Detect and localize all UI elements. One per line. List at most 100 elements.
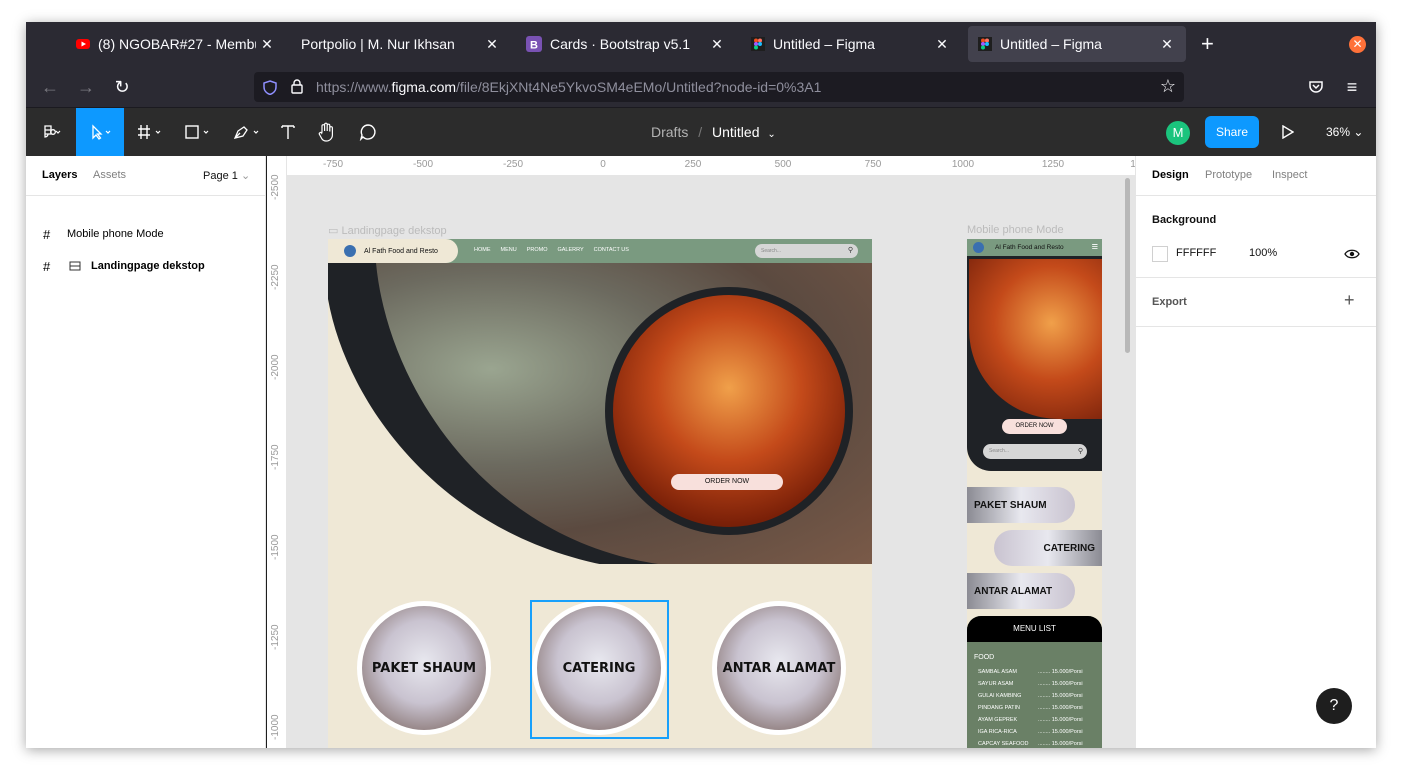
- tab-figma-1[interactable]: Untitled – Figma ✕: [741, 26, 961, 62]
- mobile-phone-frame[interactable]: Al Fath Food and Resto ≡ ORDER NOW Searc…: [967, 239, 1102, 748]
- service-label: ANTAR ALAMAT: [722, 660, 836, 676]
- tab-figma-2-active[interactable]: Untitled – Figma ✕: [968, 26, 1186, 62]
- layer-mobile-phone-mode[interactable]: # Mobile phone Mode: [26, 218, 266, 250]
- breadcrumb-separator: /: [698, 124, 703, 140]
- eye-icon[interactable]: [1344, 248, 1360, 260]
- breadcrumb-drafts[interactable]: Drafts: [651, 124, 688, 140]
- service-antar-alamat[interactable]: ANTAR ALAMAT: [712, 601, 846, 735]
- tab-ngobar[interactable]: (8) NGOBAR#27 - Membuat W ✕: [66, 26, 286, 62]
- menu-item: PINDANG PATIN ........ 15.000/Porsi: [978, 705, 1094, 711]
- figma-menu-icon[interactable]: [32, 108, 70, 156]
- shield-icon[interactable]: [263, 80, 277, 95]
- layer-landingpage-dekstop[interactable]: # Landingpage dekstop: [26, 250, 266, 282]
- zoom-level[interactable]: 36% ⌄: [1326, 125, 1363, 139]
- background-opacity-input[interactable]: 100%: [1249, 247, 1277, 259]
- nav-contact-us[interactable]: CONTACT US: [594, 247, 629, 253]
- comment-tool-icon[interactable]: [356, 108, 380, 156]
- pen-tool-icon[interactable]: [228, 108, 266, 156]
- mobile-service-paket-shaum[interactable]: PAKET SHAUM: [967, 487, 1075, 523]
- chevron-down-icon: ⌄: [240, 170, 251, 182]
- shape-tool-icon[interactable]: [180, 108, 218, 156]
- menu-item-name: IGA RICA-RICA: [978, 729, 1017, 735]
- tab-strip: (8) NGOBAR#27 - Membuat W ✕ Portpolio | …: [26, 22, 1376, 66]
- close-window-icon[interactable]: ✕: [1349, 36, 1366, 53]
- export-section: Export +: [1136, 278, 1376, 327]
- figma-icon: [751, 37, 765, 51]
- pocket-icon[interactable]: [1308, 79, 1324, 95]
- lock-icon[interactable]: [291, 79, 303, 94]
- present-play-icon[interactable]: [1282, 125, 1294, 139]
- tab-bootstrap[interactable]: B Cards · Bootstrap v5.1 ✕: [516, 26, 736, 62]
- bookmark-star-icon[interactable]: ☆: [1160, 76, 1176, 97]
- close-tab-icon[interactable]: ✕: [256, 36, 278, 53]
- background-hex-input[interactable]: FFFFFF: [1176, 247, 1216, 259]
- help-button[interactable]: ?: [1316, 688, 1352, 724]
- avatar[interactable]: M: [1166, 121, 1190, 145]
- canvas-scrollbar[interactable]: [1125, 178, 1130, 353]
- nav-promo[interactable]: PROMO: [527, 247, 548, 253]
- tab-title: Untitled – Figma: [1000, 36, 1102, 52]
- frame-label-mobile[interactable]: Mobile phone Mode: [967, 224, 1064, 236]
- ruler-tick: -250: [502, 159, 524, 170]
- tab-assets[interactable]: Assets: [93, 169, 126, 181]
- hero-food-circle: [605, 287, 853, 535]
- ruler-tick: 500: [774, 159, 792, 170]
- hamburger-icon[interactable]: ≡: [1092, 239, 1098, 256]
- ruler-tick: 250: [684, 159, 702, 170]
- menu-icon[interactable]: ≡: [1339, 74, 1365, 100]
- hand-tool-icon[interactable]: [314, 108, 340, 156]
- mobile-order-now-button[interactable]: ORDER NOW: [1002, 419, 1067, 434]
- menu-item: AYAM GEPREK ........ 15.000/Porsi: [978, 717, 1094, 723]
- tab-design[interactable]: Design: [1152, 169, 1189, 181]
- nav-home[interactable]: HOME: [474, 247, 491, 253]
- breadcrumb[interactable]: Drafts / Untitled ⌄: [651, 124, 776, 140]
- close-tab-icon[interactable]: ✕: [1156, 36, 1178, 53]
- menu-item-price: ........ 15.000/Porsi: [1038, 681, 1083, 687]
- ruler-tick: -500: [412, 159, 434, 170]
- page-selector[interactable]: Page 1 ⌄: [203, 169, 250, 182]
- color-swatch[interactable]: [1152, 246, 1168, 262]
- close-tab-icon[interactable]: ✕: [706, 36, 728, 53]
- mobile-service-catering[interactable]: CATERING: [994, 530, 1102, 566]
- selection-box[interactable]: [530, 600, 669, 739]
- design-canvas[interactable]: -750 -500 -250 0 250 500 750 1000 1250 1…: [267, 156, 1135, 748]
- menu-item-name: CAPCAY SEAFOOD: [978, 741, 1029, 747]
- tab-prototype[interactable]: Prototype: [1205, 169, 1252, 181]
- figma-toolbar: Drafts / Untitled ⌄ M Share 36% ⌄: [26, 108, 1376, 156]
- order-now-button[interactable]: ORDER NOW: [671, 474, 783, 490]
- ruler-tick: 1000: [951, 159, 975, 170]
- mobile-menu-list: MENU LIST FOOD SAMBAL ASAM ........ 15.00…: [967, 616, 1102, 748]
- chevron-down-icon[interactable]: ⌄: [767, 129, 775, 140]
- move-tool-icon[interactable]: [76, 108, 124, 156]
- tab-title: Portpolio | M. Nur Ikhsan: [301, 36, 455, 52]
- nav-menu[interactable]: MENU: [501, 247, 517, 253]
- back-icon[interactable]: ←: [37, 74, 63, 100]
- tab-layers[interactable]: Layers: [42, 169, 77, 181]
- mobile-search-input[interactable]: Search... ⚲: [983, 444, 1087, 459]
- share-button[interactable]: Share: [1205, 116, 1259, 148]
- add-export-icon[interactable]: +: [1344, 290, 1355, 311]
- reload-icon[interactable]: ↻: [109, 74, 135, 100]
- text-tool-icon[interactable]: [276, 108, 300, 156]
- mobile-service-antar-alamat[interactable]: ANTAR ALAMAT: [967, 573, 1075, 609]
- bootstrap-icon: B: [526, 36, 542, 52]
- background-heading: Background: [1152, 214, 1217, 226]
- close-tab-icon[interactable]: ✕: [481, 36, 503, 53]
- menu-section-food: FOOD: [974, 654, 995, 661]
- layer-name: Mobile phone Mode: [67, 228, 164, 240]
- new-tab-icon[interactable]: +: [1201, 32, 1214, 56]
- nav-galerry[interactable]: GALERRY: [557, 247, 583, 253]
- frame-label-desktop[interactable]: ▭ Landingpage dekstop: [328, 224, 447, 237]
- desktop-search-input[interactable]: Search... ⚲: [755, 244, 858, 258]
- forward-icon[interactable]: →: [73, 74, 99, 100]
- tab-portpolio[interactable]: Portpolio | M. Nur Ikhsan ✕: [291, 26, 511, 62]
- url-bar[interactable]: https://www.figma.com/file/8EkjXNt4Ne5Yk…: [254, 72, 1184, 102]
- service-paket-shaum[interactable]: PAKET SHAUM: [357, 601, 491, 735]
- frame-tool-icon[interactable]: [132, 108, 170, 156]
- close-tab-icon[interactable]: ✕: [931, 36, 953, 53]
- background-section: Background FFFFFF 100%: [1136, 196, 1376, 278]
- figma-icon: [978, 37, 992, 51]
- frame-icon: #: [43, 226, 51, 242]
- file-name[interactable]: Untitled: [712, 124, 759, 140]
- tab-inspect[interactable]: Inspect: [1272, 169, 1307, 181]
